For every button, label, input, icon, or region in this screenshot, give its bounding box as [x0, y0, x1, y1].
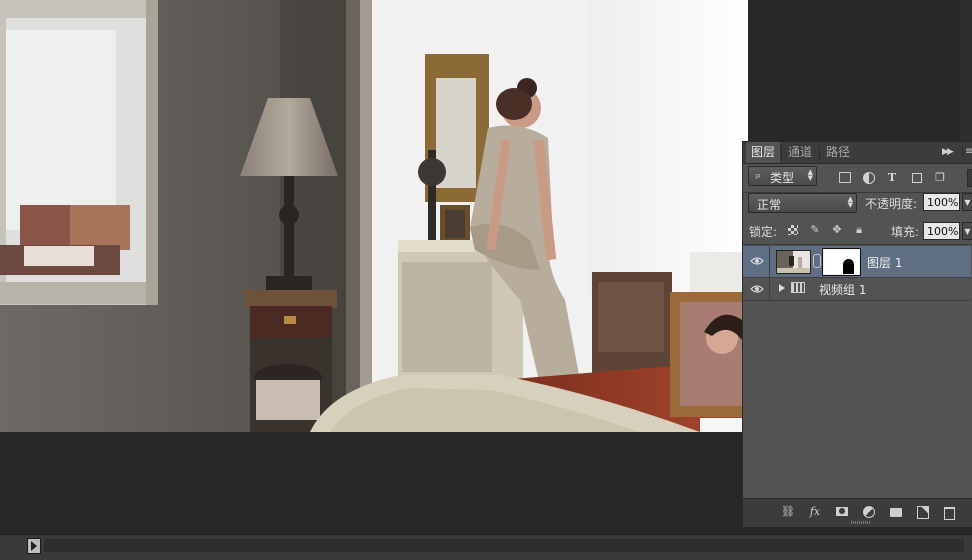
new-layer-icon[interactable] — [915, 505, 931, 519]
layer-group-row[interactable]: 视频组 1 — [743, 278, 971, 301]
lock-row: 锁定: ✎ ✥ 🔒︎ 填充: 100% ▼ — [743, 220, 972, 245]
bedroom-photo — [0, 0, 748, 432]
type-layer-filter-icon[interactable]: T — [886, 172, 898, 184]
fill-dropdown-icon[interactable]: ▼ — [962, 222, 972, 240]
lock-transparent-pixels-icon[interactable] — [788, 225, 798, 235]
lock-position-icon[interactable]: ✥ — [831, 224, 843, 236]
new-group-icon[interactable] — [888, 505, 904, 519]
opacity-dropdown-icon[interactable]: ▼ — [962, 193, 972, 211]
layer-name[interactable]: 图层 1 — [867, 254, 902, 271]
tab-divider — [781, 146, 782, 159]
layer-mask-thumbnail[interactable] — [822, 248, 861, 276]
lock-all-icon[interactable]: 🔒︎ — [853, 224, 865, 236]
panel-dock-edge — [960, 0, 972, 141]
timeline-track[interactable] — [44, 539, 964, 552]
layer-name[interactable]: 视频组 1 — [819, 281, 866, 298]
add-mask-icon[interactable] — [834, 505, 850, 519]
layer-thumbnail-image — [777, 251, 810, 273]
pixel-layer-filter-icon[interactable] — [839, 172, 851, 183]
layers-panel-footer: ⛓ fx — [743, 498, 972, 527]
resize-grip[interactable] — [851, 521, 871, 524]
eye-icon — [750, 257, 764, 265]
panel-menu-icon[interactable]: ≡ — [962, 145, 972, 159]
collapse-panel-icon[interactable]: ▶▶ — [942, 147, 954, 157]
lock-label: 锁定: — [749, 225, 778, 239]
tab-layers[interactable]: 图层 — [746, 142, 780, 163]
layers-list: 图层 1 视频组 1 — [743, 246, 972, 498]
opacity-label: 不透明度: — [865, 197, 918, 211]
fx-icon[interactable]: fx — [807, 505, 823, 519]
visibility-toggle[interactable] — [743, 246, 770, 277]
layer-row[interactable]: 图层 1 — [743, 246, 971, 278]
canvas-area[interactable] — [0, 0, 748, 534]
panel-tab-bar: 图层 通道 路径 ▶▶ ≡ — [743, 142, 972, 164]
layers-panel: 图层 通道 路径 ▶▶ ≡ ⌕ 类型 ▲ ▼ T ❐ 正常 ▲ ▼ 不透明度: 10… — [742, 141, 972, 527]
lock-image-pixels-icon[interactable]: ✎ — [809, 224, 821, 236]
updown-arrows-icon: ▲ ▼ — [807, 168, 813, 182]
tab-paths[interactable]: 路径 — [821, 142, 855, 163]
new-adjustment-layer-icon[interactable] — [861, 505, 877, 519]
link-layers-icon[interactable]: ⛓ — [780, 505, 796, 519]
eye-icon — [750, 285, 764, 293]
search-icon: ⌕ — [755, 169, 762, 182]
blend-row: 正常 ▲ ▼ 不透明度: 100% ▼ — [743, 193, 972, 219]
fill-input[interactable]: 100% — [923, 222, 960, 240]
tab-channels[interactable]: 通道 — [783, 142, 817, 163]
updown-arrows-icon: ▲ ▼ — [847, 195, 853, 209]
shape-layer-filter-icon[interactable] — [911, 172, 923, 184]
blend-mode-select[interactable]: 正常 ▲ ▼ — [748, 193, 857, 213]
layer-thumbnail[interactable] — [776, 250, 811, 274]
fill-label: 填充: — [891, 225, 920, 239]
play-button[interactable] — [27, 538, 41, 554]
visibility-toggle[interactable] — [743, 278, 770, 300]
timeline-bar — [0, 534, 972, 560]
filter-type-select[interactable]: ⌕ 类型 ▲ ▼ — [748, 166, 817, 186]
smart-object-filter-icon[interactable]: ❐ — [934, 172, 946, 184]
mask-link-icon[interactable] — [813, 254, 821, 268]
video-group-icon — [791, 282, 805, 293]
document-image[interactable] — [0, 0, 748, 432]
filter-toggle-switch[interactable] — [967, 169, 972, 187]
blend-mode-value: 正常 — [757, 198, 782, 212]
adjustment-layer-filter-icon[interactable] — [863, 172, 875, 184]
expand-arrow-icon[interactable] — [779, 284, 785, 292]
delete-layer-icon[interactable] — [941, 505, 957, 520]
filter-type-label: 类型 — [770, 171, 795, 185]
opacity-input[interactable]: 100% — [923, 193, 960, 211]
layer-filter-row: ⌕ 类型 ▲ ▼ T ❐ — [743, 163, 972, 193]
tab-divider — [819, 146, 820, 159]
